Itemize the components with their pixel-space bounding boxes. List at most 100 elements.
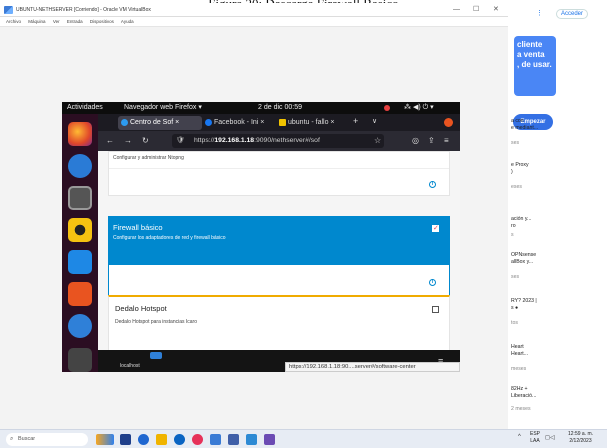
tab-list-button[interactable]: ∨: [372, 117, 377, 125]
edge-icon[interactable]: [138, 434, 149, 445]
thunderbird-icon[interactable]: [68, 154, 92, 178]
checkbox[interactable]: [432, 224, 439, 232]
acceder-label: Acceder: [561, 11, 584, 17]
volume-icon[interactable]: ◻︎◁: [545, 434, 555, 441]
opera-icon[interactable]: [192, 434, 203, 445]
card-desc: Dedalo Hotspot para instancias Icaro: [115, 319, 197, 325]
list-item[interactable]: 82Hz + Liberació... 2 meses: [511, 386, 536, 413]
tab-ubuntu-fallo[interactable]: ubuntu - fallo ×: [276, 116, 346, 130]
app-icon[interactable]: [264, 434, 275, 445]
tab-centro-software[interactable]: Centro de Sof ×: [118, 116, 202, 130]
url-host: 192.168.1.18: [214, 137, 255, 144]
card-ntopng[interactable]: Configurar y administrar Ntopng i: [108, 151, 450, 196]
url-bar[interactable]: 🛡 https://192.168.1.18:9090/nethserver#/…: [172, 134, 384, 148]
firefox-icon[interactable]: [68, 122, 92, 146]
windows-taskbar: ⌕ Buscar ^ ESP LAA ◻︎◁ 12:59 a. m. 2/12/…: [0, 429, 607, 448]
menu-ver[interactable]: Ver: [53, 19, 60, 24]
item-subtitle: Liberació...: [511, 393, 537, 399]
promo-card[interactable]: cliente a venta , de usar.: [514, 36, 556, 96]
promo-line: , de usar.: [517, 60, 552, 69]
vbox-title: UBUNTU-NETHSERVER [Corriendo] - Oracle V…: [16, 7, 151, 13]
tab-label: ubuntu - fallo ×: [288, 119, 335, 126]
menu-maquina[interactable]: Máquina: [28, 19, 45, 24]
menu-entrada[interactable]: Entrada: [67, 19, 83, 24]
search-label: Buscar: [18, 436, 36, 442]
list-item[interactable]: OPNsense allBox y... ses: [511, 252, 536, 281]
virtualbox-app-icon: [4, 6, 13, 14]
forward-icon[interactable]: →: [124, 131, 132, 151]
language-indicator[interactable]: ESP LAA: [530, 431, 540, 445]
item-meta: eses: [511, 184, 522, 190]
window-close-icon[interactable]: [444, 118, 453, 127]
list-item[interactable]: e Proxy ) eses: [511, 162, 529, 191]
menu-ayuda[interactable]: Ayuda: [121, 19, 134, 24]
item-title: a con: [511, 118, 524, 124]
clock[interactable]: 2 de dic 00:59: [258, 102, 302, 114]
back-icon[interactable]: ←: [106, 131, 114, 151]
item-title: RY? 2023 |: [511, 298, 537, 304]
item-meta: 2 meses: [511, 406, 531, 412]
card-header: Firewall básico Configurar los adaptador…: [109, 217, 449, 265]
card-desc: Configurar los adaptadores de red y fire…: [113, 235, 226, 241]
status-url-tooltip: https://192.168.1.18:90....server#/softw…: [285, 362, 460, 372]
chrome-icon[interactable]: [174, 434, 185, 445]
list-item[interactable]: Heart Heart... meses: [511, 344, 528, 373]
more-options-icon[interactable]: ⋮: [536, 9, 543, 17]
close-icon[interactable]: ✕: [493, 3, 499, 17]
lang-layout: LAA: [530, 438, 540, 444]
bookmark-star-icon[interactable]: ☆: [374, 131, 381, 151]
item-title: Heart: [511, 344, 524, 350]
task-view-icon[interactable]: [120, 434, 131, 445]
item-subtitle: ro: [511, 223, 516, 229]
apps-grid-icon[interactable]: [68, 348, 92, 372]
item-subtitle: ): [511, 169, 513, 175]
app-menu[interactable]: Navegador web Firefox ▾: [124, 102, 202, 114]
checkbox[interactable]: [432, 306, 439, 313]
network-icon: [150, 352, 162, 359]
software-center-favicon: [121, 119, 128, 126]
lang-code: ESP: [530, 431, 541, 437]
menu-dispositivos[interactable]: Dispositivos: [90, 19, 114, 24]
software-icon[interactable]: [68, 282, 92, 306]
info-icon[interactable]: i: [429, 181, 436, 188]
vscode-icon[interactable]: [210, 434, 221, 445]
search-box[interactable]: ⌕ Buscar: [6, 433, 88, 446]
ubuntu-fallo-favicon: [279, 119, 286, 126]
acceder-button[interactable]: Acceder: [556, 9, 589, 19]
info-icon[interactable]: i: [429, 279, 436, 286]
minimize-icon[interactable]: —: [453, 3, 460, 17]
maximize-icon[interactable]: ☐: [473, 3, 479, 17]
widgets-icon[interactable]: [96, 434, 114, 445]
promo-line: cliente: [517, 40, 543, 49]
extensions-icon[interactable]: ⇪: [428, 131, 435, 151]
store-icon[interactable]: [246, 434, 257, 445]
file-explorer-icon[interactable]: [156, 434, 167, 445]
tray-chevron-icon[interactable]: ^: [518, 434, 521, 440]
activities-button[interactable]: Actividades: [67, 102, 103, 114]
clock-tray[interactable]: 12:59 a. m. 2/12/2023: [568, 431, 593, 445]
tab-facebook[interactable]: Facebook - Ini ×: [202, 116, 272, 130]
rhythmbox-icon[interactable]: [68, 218, 92, 242]
new-tab-button[interactable]: +: [353, 116, 358, 126]
card-title: Firewall básico: [113, 223, 163, 232]
menu-archivo[interactable]: Archivo: [6, 19, 21, 24]
help-icon[interactable]: [68, 314, 92, 338]
files-icon[interactable]: [68, 186, 92, 210]
tray-time: 12:59 a. m.: [568, 431, 594, 437]
pocket-icon[interactable]: ◎: [412, 131, 419, 151]
facebook-favicon: [205, 119, 212, 126]
list-item[interactable]: a con e mediant... ses: [511, 118, 538, 147]
reload-icon[interactable]: ↻: [142, 131, 149, 151]
item-subtitle: e mediant...: [511, 125, 539, 131]
menu-icon[interactable]: ≡: [444, 131, 449, 151]
virtualbox-taskbar-icon[interactable]: [228, 434, 239, 445]
writer-icon[interactable]: [68, 250, 92, 274]
tab-label: Centro de Sof ×: [130, 119, 180, 126]
card-firewall-basico[interactable]: Firewall básico Configurar los adaptador…: [108, 216, 450, 296]
card-divider: [109, 168, 449, 169]
ubuntu-dock: [62, 114, 98, 372]
list-item[interactable]: RY? 2023 | s ● tos: [511, 298, 537, 327]
list-item[interactable]: ación y... ro s: [511, 216, 531, 239]
card-dedalo-hotspot[interactable]: Dedalo Hotspot Dedalo Hotspot para insta…: [108, 295, 450, 353]
system-tray[interactable]: ⁂ ◀) ⏻ ▾: [404, 102, 434, 114]
